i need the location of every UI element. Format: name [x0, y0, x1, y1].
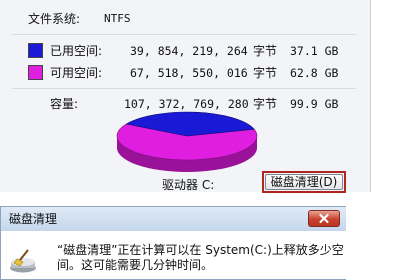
drive-label: 驱动器 C: [162, 178, 215, 192]
free-space-label: 可用空间: [50, 66, 103, 80]
dialog-titlebar[interactable]: 磁盘清理 [1, 207, 346, 231]
dialog-close-button[interactable] [308, 210, 340, 227]
divider [12, 34, 356, 35]
free-space-swatch [28, 65, 43, 80]
used-space-label: 已用空间: [50, 44, 103, 58]
disk-usage-pie [112, 108, 262, 178]
dialog-message: “磁盘清理”正在计算可以在 System(C:)上释放多少空间。这可能需要几分钟… [57, 243, 344, 272]
free-space-bytes: 67, 518, 550, 016 [130, 66, 248, 80]
free-space-unit: 字节 [253, 66, 278, 80]
close-icon [319, 213, 329, 224]
disk-usage-pie-svg [116, 111, 258, 172]
filesystem-label: 文件系统: [28, 12, 81, 26]
filesystem-value: NTFS [104, 12, 131, 25]
free-space-size: 62.8 GB [290, 66, 339, 80]
disk-cleanup-dialog: 磁盘清理 “磁盘清理”正在计算可以在 System(C:)上释放多少空间。这可能… [0, 206, 346, 280]
used-space-size: 37.1 GB [290, 44, 339, 58]
disk-cleanup-icon [10, 249, 36, 273]
disk-properties-panel: 文件系统: NTFS 已用空间: 39, 854, 219, 264 字节 37… [0, 0, 371, 193]
capacity-size: 99.9 GB [290, 97, 339, 111]
used-space-unit: 字节 [253, 44, 278, 58]
capacity-label: 容量: [50, 97, 79, 111]
disk-cleanup-button-label: 磁盘清理(D) [265, 174, 343, 190]
dialog-title: 磁盘清理 [9, 212, 58, 226]
divider [12, 88, 356, 89]
disk-cleanup-button[interactable]: 磁盘清理(D) [262, 171, 346, 193]
used-space-bytes: 39, 854, 219, 264 [130, 44, 248, 58]
used-space-swatch [28, 43, 43, 58]
